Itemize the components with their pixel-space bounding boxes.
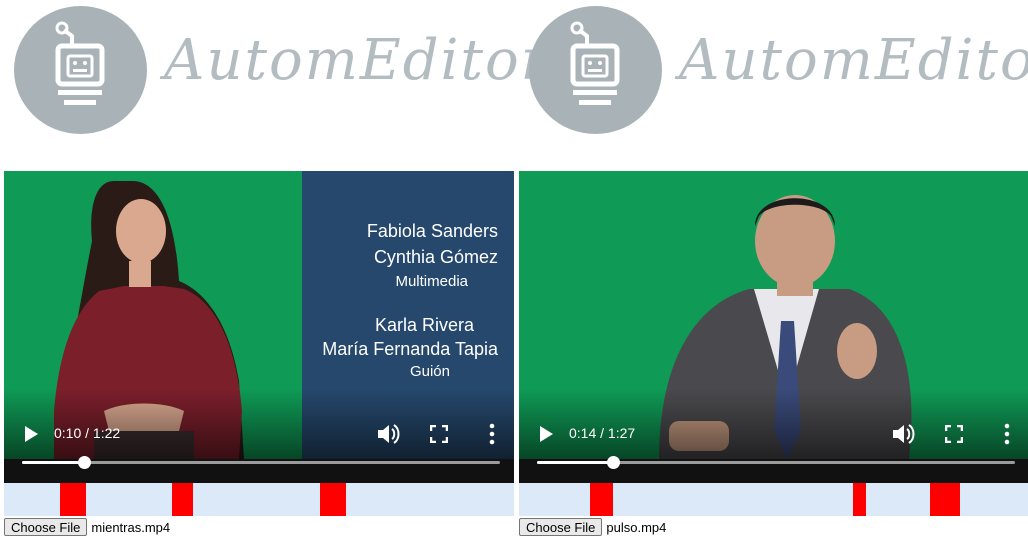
- fullscreen-icon[interactable]: [429, 424, 449, 444]
- seek-track[interactable]: [537, 456, 1015, 469]
- credit-name-1: Fabiola Sanders: [366, 221, 498, 241]
- file-name: pulso.mp4: [606, 519, 667, 535]
- controls-gradient: [4, 389, 514, 459]
- credit-role-1: Multimedia: [395, 273, 468, 290]
- fullscreen-icon[interactable]: [944, 424, 964, 444]
- file-input[interactable]: Choose File pulso.mp4: [519, 517, 666, 537]
- brand-name: AutomEditor: [679, 28, 1028, 93]
- credit-name-2: Cynthia Gómez: [373, 247, 498, 267]
- cut-marker[interactable]: [853, 483, 866, 516]
- credit-role-2: Guión: [409, 363, 450, 380]
- file-name: mientras.mp4: [91, 519, 171, 535]
- choose-file-button[interactable]: Choose File: [519, 518, 603, 536]
- choose-file-button[interactable]: Choose File: [4, 518, 88, 536]
- time-display: 0:14 / 1:27: [569, 425, 636, 441]
- robot-logo-icon: [529, 6, 662, 134]
- more-vert-icon[interactable]: [488, 423, 496, 445]
- seek-handle[interactable]: [607, 456, 621, 469]
- cut-marker[interactable]: [590, 483, 614, 516]
- video-player[interactable]: 0:14 / 1:27: [519, 171, 1028, 459]
- video-player[interactable]: Fabiola Sanders Cynthia Gómez Multimedia…: [4, 171, 514, 459]
- file-input[interactable]: Choose File mientras.mp4: [4, 517, 170, 537]
- brand-name: AutomEditor: [164, 28, 550, 93]
- play-icon[interactable]: [22, 425, 40, 443]
- time-display: 0:10 / 1:22: [54, 425, 121, 441]
- volume-icon[interactable]: [376, 423, 400, 445]
- cut-marker[interactable]: [929, 483, 961, 516]
- player-panel-2: AutomEditor 0:14 / 1:27 Choose File puls…: [519, 0, 1028, 537]
- cut-timeline[interactable]: [4, 483, 514, 516]
- cut-timeline[interactable]: [519, 483, 1028, 516]
- seek-bar[interactable]: [4, 456, 514, 483]
- seek-handle[interactable]: [78, 456, 92, 469]
- play-icon[interactable]: [537, 425, 555, 443]
- controls-gradient: [519, 389, 1028, 459]
- volume-icon[interactable]: [891, 423, 915, 445]
- seek-bar[interactable]: [519, 456, 1028, 483]
- credit-name-4: María Fernanda Tapia: [322, 339, 498, 359]
- seek-progress: [537, 461, 614, 464]
- robot-logo-icon: [14, 6, 147, 134]
- cut-marker[interactable]: [60, 483, 86, 516]
- credit-name-3: Karla Rivera: [374, 315, 474, 335]
- seek-track[interactable]: [22, 456, 500, 469]
- seek-progress: [22, 461, 85, 464]
- logo: AutomEditor: [519, 0, 1028, 140]
- player-panel-1: AutomEditor Fabiola Sanders Cynthia Góme…: [4, 0, 547, 537]
- more-vert-icon[interactable]: [1003, 423, 1011, 445]
- cut-marker[interactable]: [320, 483, 346, 516]
- cut-marker[interactable]: [172, 483, 193, 516]
- logo: AutomEditor: [4, 0, 547, 140]
